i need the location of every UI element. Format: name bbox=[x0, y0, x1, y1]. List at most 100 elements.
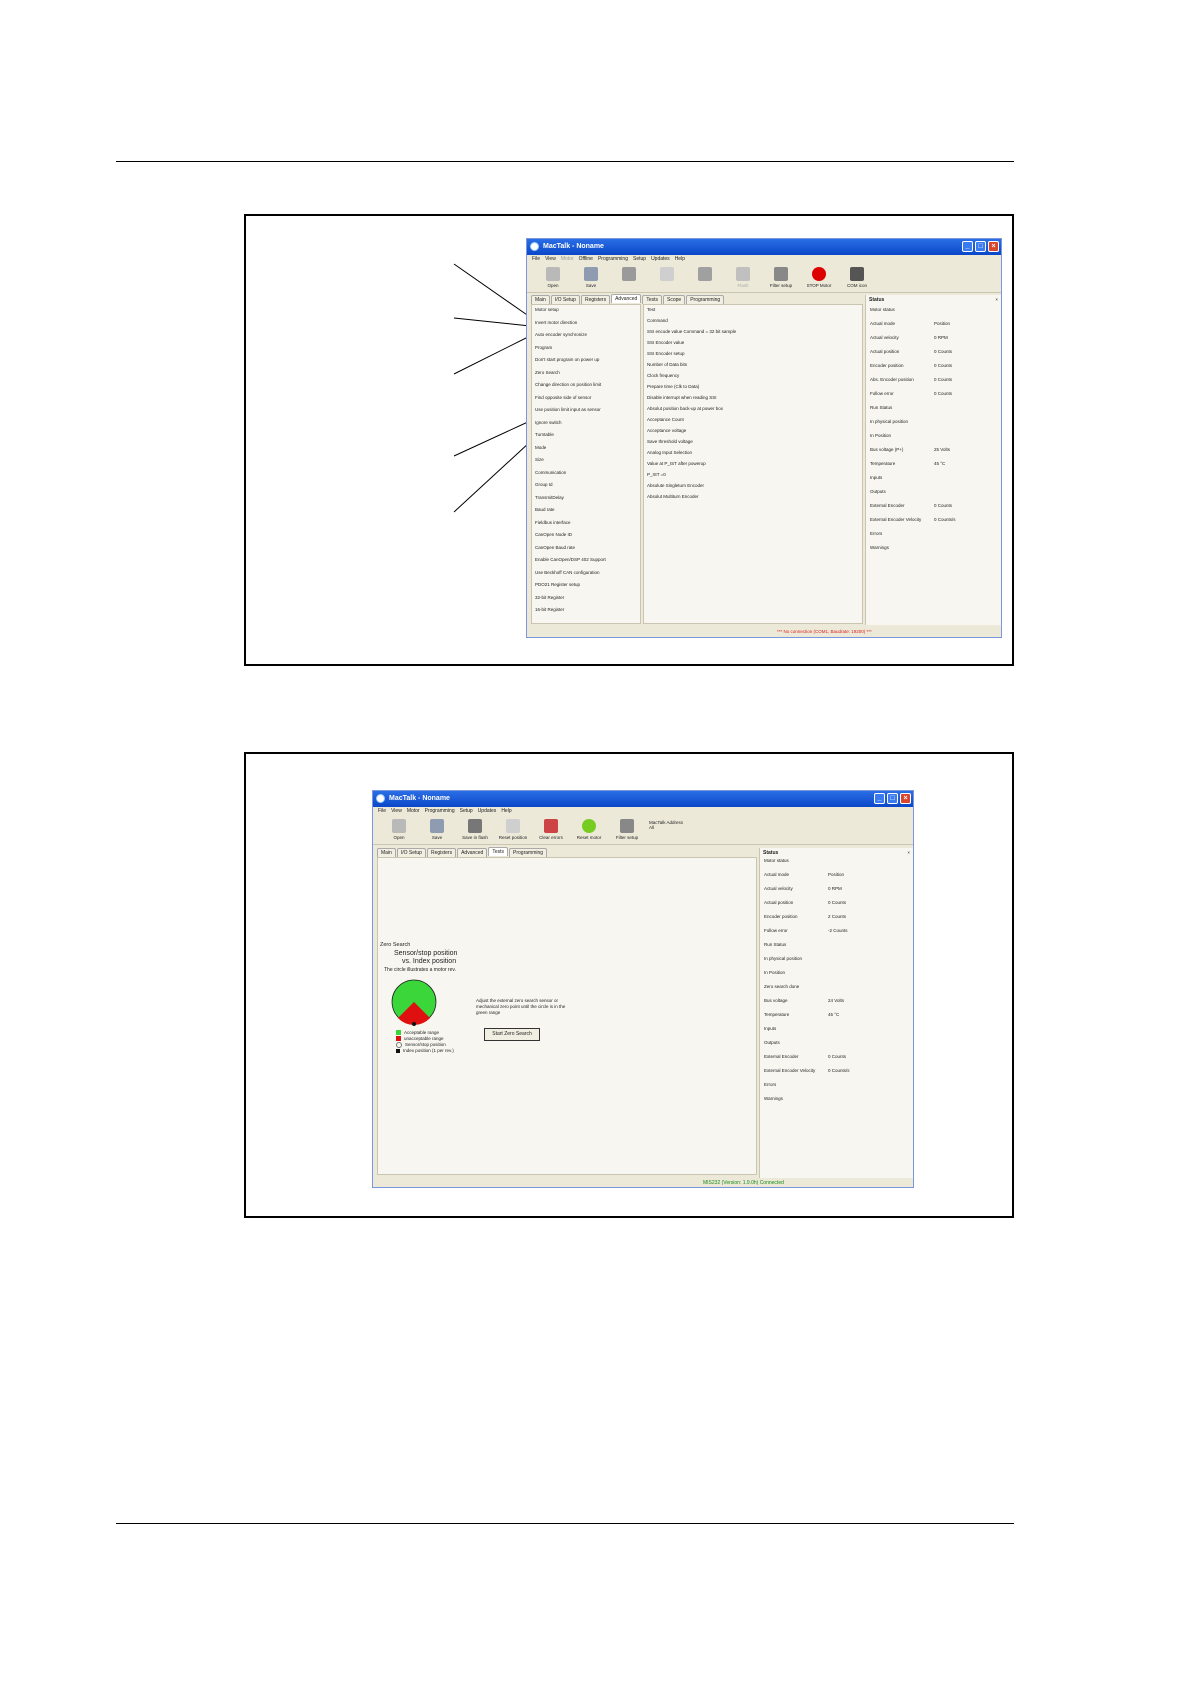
status-close-icon[interactable]: × bbox=[907, 850, 910, 855]
tab-scope[interactable]: Scope bbox=[663, 295, 686, 304]
advanced-middle-row: Command bbox=[647, 318, 668, 323]
menu-motor[interactable]: Motor bbox=[407, 807, 420, 816]
tab-advanced[interactable]: Advanced bbox=[611, 294, 642, 303]
tool-button-3[interactable] bbox=[613, 264, 645, 292]
window-title: MacTalk - Noname bbox=[543, 243, 604, 250]
menu-file[interactable]: File bbox=[532, 255, 540, 264]
status-close-icon[interactable]: × bbox=[995, 297, 998, 302]
tool-button-4[interactable] bbox=[651, 264, 683, 292]
advanced-left-row: 32-bit Register bbox=[535, 594, 565, 600]
advanced-left-row: Zero Search bbox=[535, 369, 560, 375]
advanced-left-row: Fieldbus interface bbox=[535, 519, 571, 525]
status-panel: Status × Motor status Actual mode Position… bbox=[865, 295, 1001, 625]
menu-setup[interactable]: Setup bbox=[460, 807, 473, 816]
tool-button-5[interactable] bbox=[689, 264, 721, 292]
status-value: 0 Counts bbox=[828, 1054, 847, 1059]
menu-setup[interactable]: Setup bbox=[633, 255, 646, 264]
menu-programming[interactable]: Programming bbox=[425, 807, 455, 816]
advanced-middle-row: Absolut Multiturn Encoder bbox=[647, 494, 699, 499]
footer-rule bbox=[116, 1523, 1014, 1524]
tab-registers[interactable]: Registers bbox=[580, 295, 611, 304]
menu-bar: File View Motor Offline Programming Setu… bbox=[527, 255, 1001, 264]
advanced-left-row: Program bbox=[535, 344, 553, 350]
advanced-left-row: CanOpen Node ID bbox=[535, 532, 573, 537]
address-value[interactable]: All bbox=[649, 825, 654, 830]
status-label: Temperature bbox=[764, 1012, 790, 1017]
menu-updates[interactable]: Updates bbox=[651, 255, 670, 264]
status-footer: *** No connection (COM1, Baudrate: 19200… bbox=[777, 629, 872, 634]
tab-io-setup[interactable]: I/O Setup bbox=[550, 295, 580, 304]
mactalk-address[interactable]: MacTalk Address All bbox=[649, 816, 693, 844]
reset-position-button[interactable]: Reset position bbox=[497, 816, 529, 844]
advanced-middle-row: Number of Data bits bbox=[647, 362, 688, 367]
tab-registers[interactable]: Registers bbox=[426, 848, 457, 857]
advanced-left-row: TransmitDelay bbox=[535, 494, 564, 500]
menu-help[interactable]: Help bbox=[501, 807, 511, 816]
status-label: External Encoder Velocity bbox=[764, 1068, 816, 1073]
advanced-left-row: Use position limit input as sensor bbox=[535, 407, 601, 412]
menu-motor[interactable]: Motor bbox=[561, 255, 574, 264]
advanced-middle-row: SSI encode value Command = 32 bit sample bbox=[647, 329, 737, 334]
bottle-icon bbox=[698, 267, 712, 281]
status-label: Abs. Encoder position bbox=[870, 377, 914, 382]
close-button[interactable]: × bbox=[988, 241, 999, 252]
advanced-left-row: Invert motor direction bbox=[535, 319, 578, 325]
advanced-left-row: Enable CanOpen/DSP 402 Support bbox=[535, 557, 606, 562]
filter-setup-button[interactable]: Filter setup bbox=[611, 816, 643, 844]
menu-view[interactable]: View bbox=[545, 255, 556, 264]
menu-file[interactable]: File bbox=[378, 807, 386, 816]
flash-button[interactable]: Flash bbox=[727, 264, 759, 292]
start-zero-search-button[interactable]: Start Zero Search bbox=[484, 1028, 540, 1041]
tab-tests[interactable]: Tests bbox=[642, 295, 663, 304]
status-label: Inputs bbox=[764, 1026, 777, 1031]
tab-main[interactable]: Main bbox=[377, 848, 396, 857]
filter-setup-button[interactable]: Filter setup bbox=[765, 264, 797, 292]
reset-icon bbox=[660, 267, 674, 281]
minimize-button[interactable]: _ bbox=[874, 793, 885, 804]
menu-programming[interactable]: Programming bbox=[598, 255, 628, 264]
tab-main[interactable]: Main bbox=[531, 295, 550, 304]
window-title: MacTalk - Noname bbox=[389, 795, 450, 802]
advanced-left-row: 16-bit Register bbox=[535, 607, 565, 612]
menu-offline[interactable]: Offline bbox=[579, 255, 593, 264]
advanced-middle-row: Test bbox=[647, 307, 656, 312]
menu-view[interactable]: View bbox=[391, 807, 402, 816]
com-button[interactable]: COM icon bbox=[841, 264, 873, 292]
tab-tests[interactable]: Tests bbox=[488, 847, 509, 856]
stop-motor-button[interactable]: STOP Motor bbox=[803, 264, 835, 292]
tab-io-setup[interactable]: I/O Setup bbox=[396, 848, 426, 857]
save-button[interactable]: Save bbox=[575, 264, 607, 292]
clear-errors-button[interactable]: Clear errors bbox=[535, 816, 567, 844]
status-title: Status bbox=[763, 850, 779, 856]
tab-programming[interactable]: Programming bbox=[509, 848, 548, 857]
close-button[interactable]: × bbox=[900, 793, 911, 804]
status-label: Run Status bbox=[870, 405, 893, 410]
status-value: Position bbox=[934, 321, 951, 326]
status-panel: Status × Motor status Actual mode Position… bbox=[759, 848, 913, 1178]
advanced-left-row: Size bbox=[535, 457, 544, 462]
maximize-button[interactable]: □ bbox=[975, 241, 986, 252]
tab-strip: Main I/O Setup Registers Advanced Tests … bbox=[377, 847, 548, 857]
status-label: In Position bbox=[870, 433, 892, 438]
open-button[interactable]: Open bbox=[537, 264, 569, 292]
figure-1-frame: MacTalk - Noname _ □ × File View Motor O… bbox=[244, 214, 1014, 666]
legend-index: Index position (1 per rev.) bbox=[396, 1048, 454, 1053]
disk-icon bbox=[430, 819, 444, 833]
menu-updates[interactable]: Updates bbox=[478, 807, 497, 816]
legend-acceptable: Acceptable range bbox=[396, 1030, 439, 1036]
save-in-flash-button[interactable]: Save in flash bbox=[459, 816, 491, 844]
menu-help[interactable]: Help bbox=[675, 255, 685, 264]
zero-search-title-1: Sensor/stop position bbox=[394, 950, 458, 957]
status-value: 0 Counts bbox=[934, 363, 953, 368]
save-button[interactable]: Save bbox=[421, 816, 453, 844]
reset-motor-button[interactable]: Reset motor bbox=[573, 816, 605, 844]
advanced-middle-row: Analog Input Selection bbox=[647, 450, 693, 455]
tab-advanced[interactable]: Advanced bbox=[457, 848, 488, 857]
open-button[interactable]: Open bbox=[383, 816, 415, 844]
status-label: Errors bbox=[870, 531, 883, 536]
tab-programming[interactable]: Programming bbox=[686, 295, 725, 304]
status-value: 45 °C bbox=[828, 1012, 840, 1017]
advanced-left-row: Mode bbox=[535, 444, 547, 450]
minimize-button[interactable]: _ bbox=[962, 241, 973, 252]
maximize-button[interactable]: □ bbox=[887, 793, 898, 804]
